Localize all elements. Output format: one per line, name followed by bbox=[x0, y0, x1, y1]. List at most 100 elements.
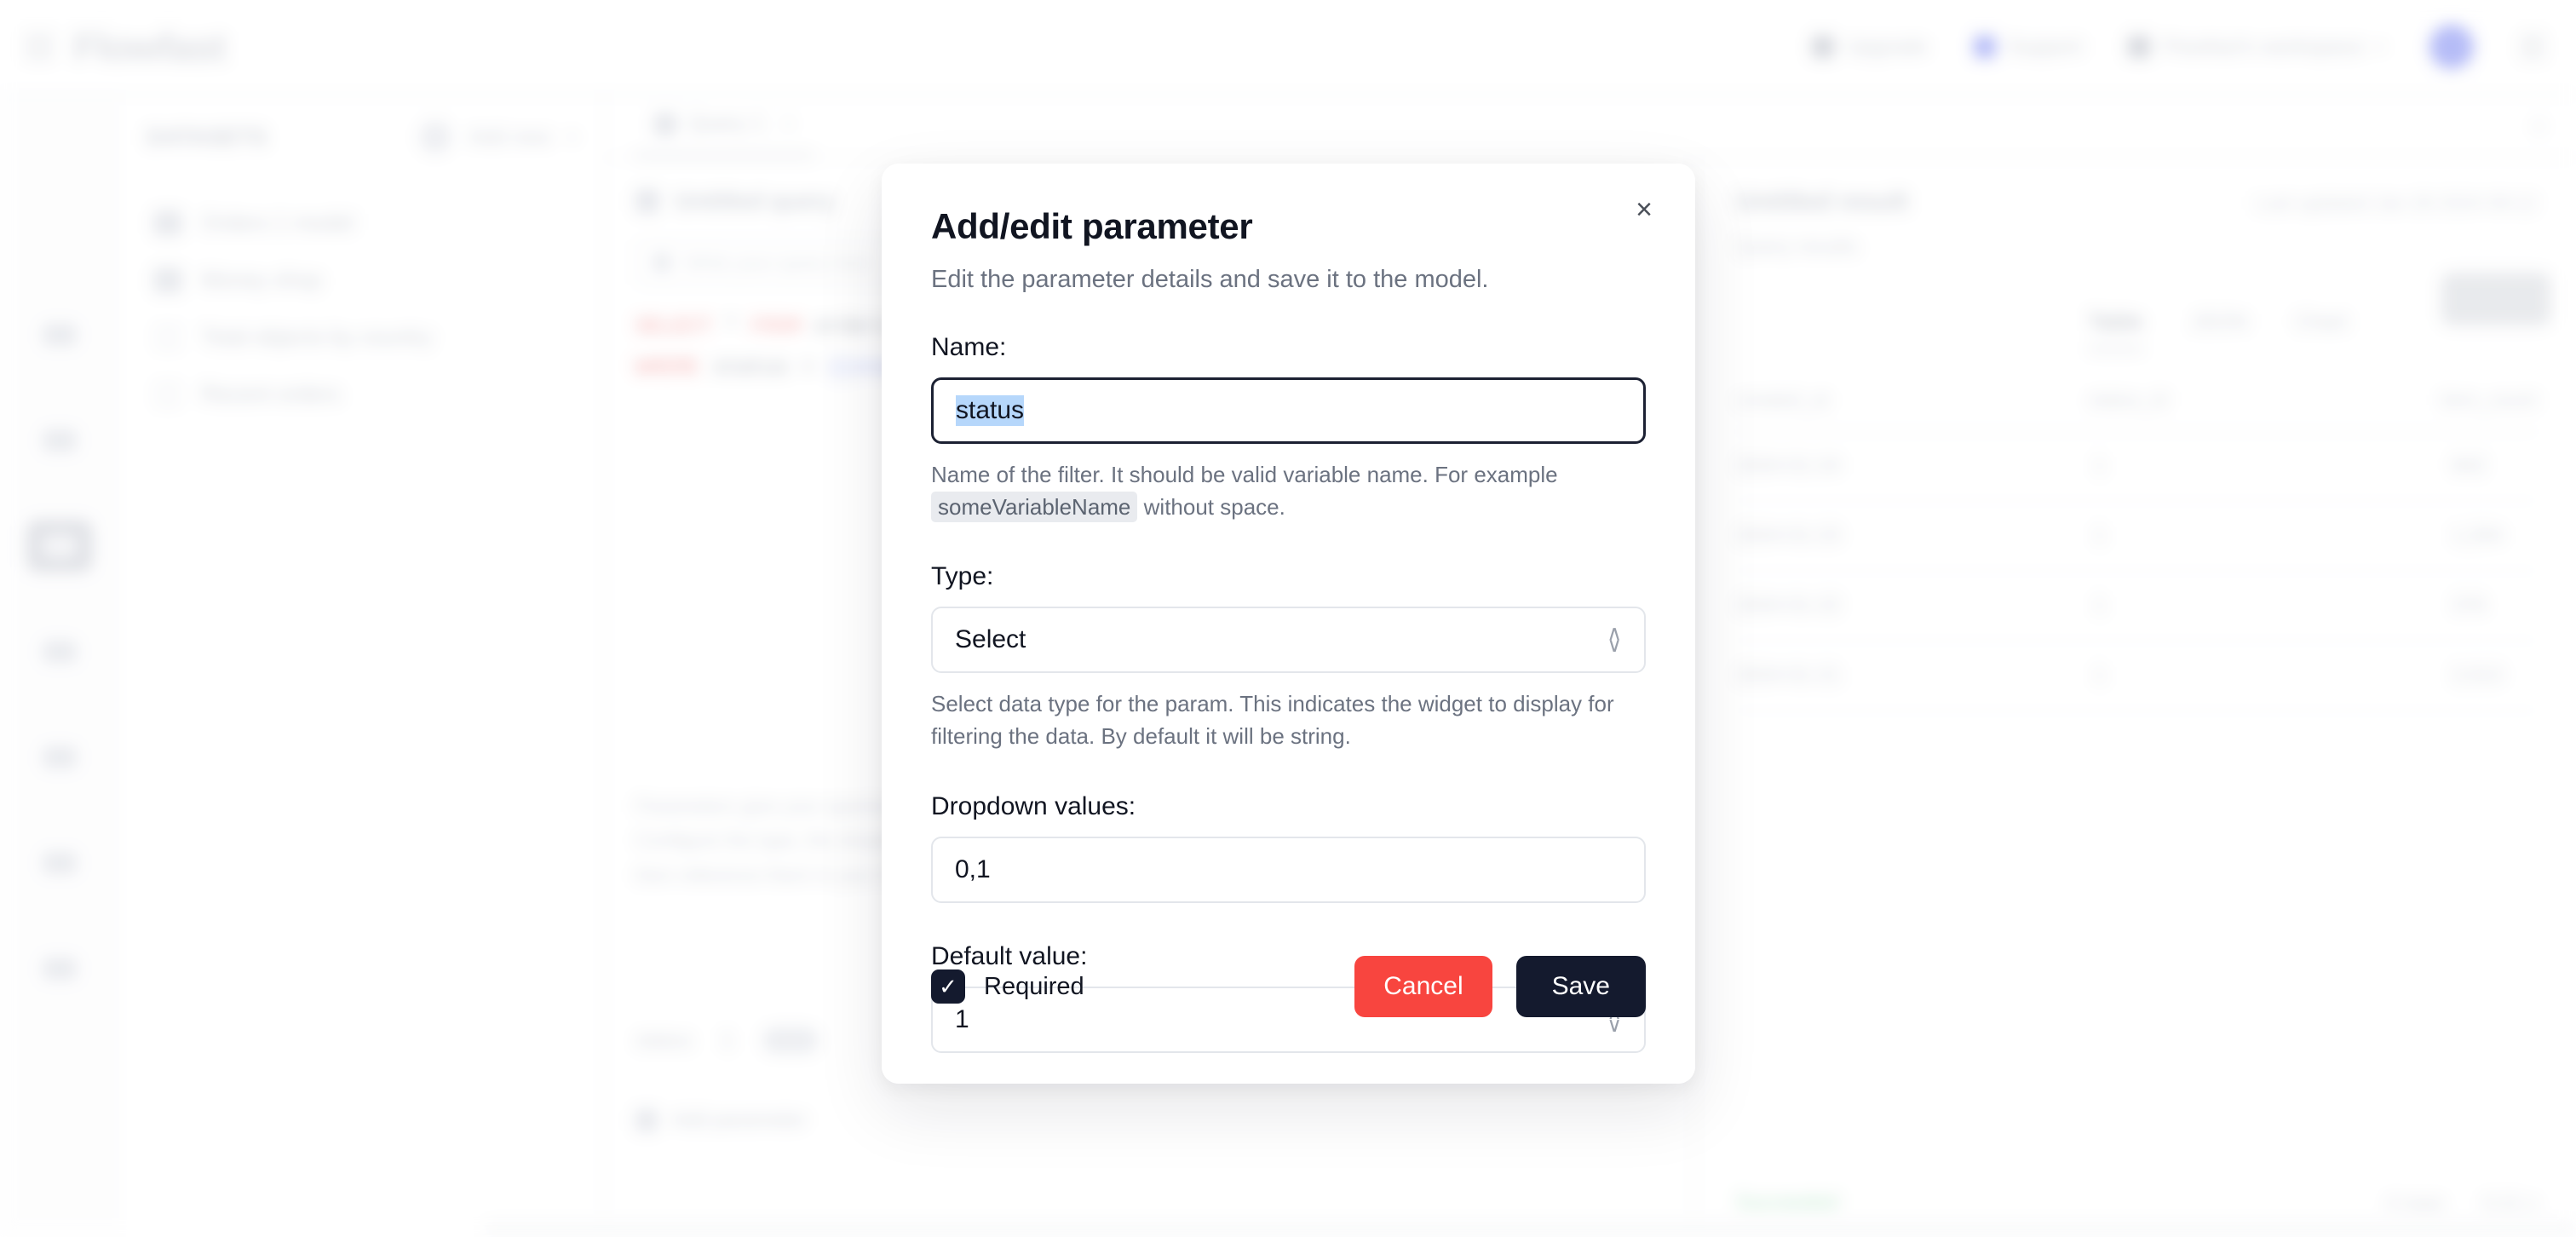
results-header: Untitled result Last updated Jan 28 2024… bbox=[1697, 158, 2576, 216]
rail-item-query[interactable] bbox=[26, 520, 93, 572]
name-help-text: Name of the filter. It should be valid v… bbox=[931, 459, 1646, 523]
close-icon[interactable]: × bbox=[783, 113, 794, 135]
cell: 1,204 bbox=[2452, 524, 2504, 547]
parameter-toggle[interactable] bbox=[762, 1027, 819, 1053]
chevron-down-icon: ▾ bbox=[2375, 37, 2383, 55]
table-header-row: created_at status_id item_count bbox=[1736, 388, 2537, 432]
table-icon bbox=[43, 641, 77, 663]
grid-icon bbox=[153, 267, 182, 293]
results-meta: Last updated Jan 28 2024 09:12 bbox=[2256, 192, 2537, 214]
cell: 376 bbox=[2452, 594, 2487, 617]
topbar-item-upgrade-label: Upgrade bbox=[1845, 34, 1928, 59]
type-select[interactable]: Select ∧ ∨ bbox=[931, 607, 1646, 674]
home-icon bbox=[43, 324, 77, 346]
bottom-strip bbox=[486, 1222, 2576, 1237]
results-tabs: Table JSON Chart bbox=[1697, 259, 2576, 351]
results-tab-table[interactable]: Table bbox=[2089, 310, 2143, 351]
topbar-item-support-label: Support bbox=[2007, 34, 2083, 59]
add-parameter-label: Add parameter bbox=[671, 1108, 807, 1131]
dataset-item[interactable]: Recent orders bbox=[147, 365, 576, 423]
parameter-name: status bbox=[635, 1027, 693, 1052]
datasets-title: DATASETS bbox=[147, 124, 267, 150]
avatar[interactable] bbox=[2429, 25, 2474, 69]
rail-item-edit[interactable] bbox=[26, 414, 93, 467]
add-new-dataset-button[interactable]: Add new bbox=[469, 125, 551, 150]
cancel-button[interactable]: Cancel bbox=[1354, 956, 1492, 1017]
table-row[interactable]: 2024-01-24 1 842 bbox=[1736, 432, 2537, 502]
dialog-title: Add/edit parameter bbox=[931, 206, 1253, 246]
tab-query-1-label: Query 1 bbox=[688, 112, 764, 135]
table-row[interactable]: 2024-01-21 1 2,013 bbox=[1736, 642, 2537, 711]
name-help-suffix: without space. bbox=[1143, 493, 1285, 520]
arrow-up-icon bbox=[1811, 36, 1834, 58]
chevron-down-icon: ▾ bbox=[567, 128, 576, 146]
required-field: ✓ Required bbox=[931, 969, 1084, 1004]
column-header: item_count bbox=[2441, 388, 2537, 411]
parameter-row[interactable]: status 1 bbox=[635, 1027, 819, 1053]
workspace-icon bbox=[2128, 36, 2151, 58]
column-header: created_at bbox=[1736, 388, 1829, 411]
top-bar-right: Upgrade Support Flowfast's workspace ▾ bbox=[1811, 25, 2576, 69]
topbar-item-support[interactable]: Support bbox=[1973, 34, 2083, 60]
required-checkbox[interactable]: ✓ bbox=[931, 969, 965, 1004]
elapsed-time: 0.21 s bbox=[2483, 1191, 2537, 1214]
dialog-buttons: Cancel Save bbox=[1354, 956, 1646, 1017]
required-label: Required bbox=[984, 972, 1084, 1000]
name-input[interactable]: status bbox=[931, 377, 1646, 444]
close-all-icon[interactable]: × bbox=[2533, 113, 2545, 140]
cell: 2024-01-23 bbox=[1736, 524, 1841, 547]
layers-icon bbox=[43, 746, 77, 768]
cell: 1 bbox=[2094, 524, 2106, 547]
name-label: Name: bbox=[931, 333, 1007, 361]
dialog-footer: ✓ Required Cancel Save bbox=[931, 956, 1646, 1017]
results-tab-chart[interactable]: Chart bbox=[2295, 310, 2347, 351]
hamburger-icon[interactable] bbox=[24, 35, 55, 59]
datasets-sidebar: DATASETS Add new ▾ Orders 1 model Money … bbox=[119, 95, 605, 1237]
brand-logo[interactable]: Flowfast bbox=[73, 24, 227, 70]
cell: 2024-01-21 bbox=[1736, 664, 1841, 687]
dataset-item[interactable]: Orders 1 model bbox=[147, 194, 576, 251]
chevron-down-icon: ∨ bbox=[1607, 1013, 1622, 1037]
name-help-prefix: Name of the filter. It should be valid v… bbox=[931, 462, 1558, 487]
grid-icon bbox=[153, 210, 182, 236]
dataset-item-label: Total objects by country bbox=[201, 324, 433, 349]
overflow-menu-icon[interactable] bbox=[2520, 36, 2545, 58]
rail-item-cloud[interactable] bbox=[26, 837, 93, 889]
dropdown-values-input[interactable]: 0,1 bbox=[931, 836, 1646, 903]
icon-rail bbox=[0, 95, 119, 1237]
cell: 1 bbox=[2094, 454, 2106, 477]
sort-icon[interactable] bbox=[418, 121, 451, 153]
top-bar-left: Flowfast bbox=[0, 24, 227, 70]
add-edit-parameter-dialog: × Add/edit parameter Edit the parameter … bbox=[882, 164, 1695, 1084]
add-parameter-button[interactable]: Add parameter bbox=[635, 1108, 807, 1132]
topbar-item-upgrade[interactable]: Upgrade bbox=[1811, 34, 1928, 60]
name-help-code: someVariableName bbox=[931, 491, 1138, 522]
query-title[interactable]: Untitled query bbox=[675, 187, 835, 215]
save-button[interactable]: Save bbox=[1515, 956, 1646, 1017]
rail-item-layers[interactable] bbox=[26, 731, 93, 784]
cell: 1 bbox=[2094, 664, 2106, 687]
datasets-sidebar-header: DATASETS Add new ▾ bbox=[147, 121, 576, 153]
rail-item-home[interactable] bbox=[26, 308, 93, 361]
name-input-value: status bbox=[956, 395, 1025, 426]
dataset-item[interactable]: Total objects by country bbox=[147, 308, 576, 365]
rail-item-help[interactable] bbox=[26, 942, 93, 995]
dataset-item-label: Recent orders bbox=[201, 381, 341, 406]
close-icon[interactable]: × bbox=[1622, 187, 1666, 232]
dialog-subtitle: Edit the parameter details and save it t… bbox=[931, 266, 1489, 293]
cloud-icon bbox=[43, 852, 77, 874]
table-row[interactable]: 2024-01-23 1 1,204 bbox=[1736, 502, 2537, 572]
row-count: 4 rows bbox=[2386, 1191, 2445, 1214]
help-icon bbox=[43, 958, 77, 980]
type-select-value: Select bbox=[955, 625, 1026, 654]
tab-query-1[interactable]: Query 1 × bbox=[635, 95, 813, 158]
dataset-item[interactable]: Money shop bbox=[147, 251, 576, 308]
workspace-selector[interactable]: Flowfast's workspace ▾ bbox=[2128, 35, 2383, 60]
query-icon bbox=[43, 535, 77, 557]
results-title: Untitled result bbox=[1736, 187, 1908, 216]
table-row[interactable]: 2024-01-22 1 376 bbox=[1736, 572, 2537, 642]
rail-item-table[interactable] bbox=[26, 625, 93, 678]
cell: 2024-01-22 bbox=[1736, 594, 1841, 617]
plus-icon bbox=[635, 1109, 658, 1131]
results-tab-json[interactable]: JSON bbox=[2190, 310, 2247, 351]
